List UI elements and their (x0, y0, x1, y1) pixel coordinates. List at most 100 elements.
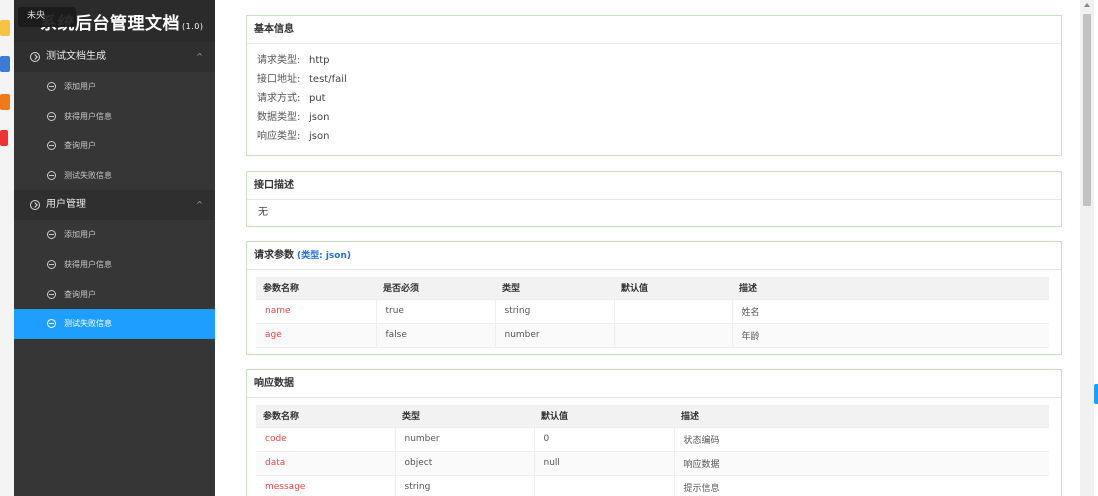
table-header-row: 参数名称 是否必须 类型 默认值 描述 (256, 277, 1049, 300)
sidebar-item-get-user-info[interactable]: 获得用户信息 (14, 249, 215, 280)
column-header: 类型 (495, 277, 614, 300)
param-name: message (256, 475, 396, 496)
card-title: 接口描述 (247, 172, 1061, 200)
cell: string (395, 475, 535, 496)
item-label: 添加用户 (64, 82, 96, 91)
param-name: data (256, 451, 396, 476)
scrollbar-thumb[interactable] (1083, 14, 1091, 206)
app-icon[interactable] (0, 56, 10, 72)
caret-up-icon: ^ (196, 52, 203, 61)
card-title: 请求参数 (类型: json) (247, 242, 1061, 270)
request-type: (类型: json) (297, 251, 351, 261)
item-label: 获得用户信息 (64, 259, 112, 269)
cell: number (395, 427, 535, 452)
cell: 姓名 (732, 299, 1049, 324)
info-row: 请求类型: http (247, 51, 1061, 70)
card-title: 基本信息 (247, 16, 1061, 44)
cell (614, 323, 733, 348)
info-row: 接口地址: test/fail (247, 70, 1061, 89)
card-request-params: 请求参数 (类型: json) 参数名称 是否必须 类型 默认值 描述 name … (246, 241, 1062, 355)
group-label: 测试文档生成 (46, 51, 106, 62)
info-key: 请求类型: (257, 55, 301, 66)
table-row: code number 0 状态编码 (256, 427, 1049, 452)
info-value: put (309, 93, 326, 104)
sidebar-item-query-user[interactable]: 查询用户 (14, 279, 215, 310)
minus-circle-icon (47, 170, 56, 180)
main-content: 基本信息 请求类型: http 接口地址: test/fail 请求方式: put 数… (215, 0, 1080, 496)
table-row: data object null 响应数据 (256, 451, 1049, 476)
cell: object (395, 451, 535, 476)
cell: 响应数据 (674, 451, 1049, 476)
column-header: 是否必须 (376, 277, 495, 300)
sidebar-item-get-user-info[interactable]: 获得用户信息 (14, 101, 215, 132)
request-params-table: 参数名称 是否必须 类型 默认值 描述 name true string 姓名 … (256, 277, 1049, 348)
card-title: 响应数据 (247, 370, 1061, 398)
info-row: 响应类型: json (247, 127, 1061, 146)
sidebar-item-test-fail-active[interactable]: 测试失败信息 (14, 309, 215, 339)
info-key: 响应类型: (257, 131, 301, 142)
cell: false (376, 323, 496, 348)
cell: 状态编码 (674, 427, 1049, 452)
vertical-scrollbar[interactable] (1080, 0, 1094, 496)
info-key: 接口地址: (257, 74, 301, 85)
sidebar-item-add-user[interactable]: 添加用户 (14, 220, 215, 250)
chevron-circle-icon (30, 52, 40, 62)
sidebar-group-test-docs[interactable]: 测试文档生成 ^ (14, 42, 215, 72)
sidebar-header: 系统后台管理文档 (1.0) 未央 (14, 0, 215, 42)
minus-circle-icon (47, 82, 56, 91)
folder-icon[interactable] (0, 20, 10, 36)
sidebar-item-add-user[interactable]: 添加用户 (14, 72, 215, 102)
item-label: 添加用户 (64, 230, 96, 240)
minus-circle-icon (47, 259, 56, 269)
response-data-table: 参数名称 类型 默认值 描述 code number 0 状态编码 data o… (256, 405, 1049, 496)
info-value: json (309, 131, 330, 142)
side-handle[interactable] (1094, 384, 1098, 404)
table-row: name true string 姓名 (256, 299, 1049, 324)
app-icon[interactable] (0, 130, 8, 146)
app-icon[interactable] (0, 94, 10, 110)
item-label: 查询用户 (64, 289, 96, 299)
cell: number (495, 323, 615, 348)
info-key: 数据类型: (257, 112, 301, 123)
param-name: age (256, 323, 377, 348)
cell (614, 299, 733, 324)
table-row: message string 提示信息 (256, 475, 1049, 496)
sidebar: 系统后台管理文档 (1.0) 未央 测试文档生成 ^ 添加用户 获得用户信息 查询… (14, 0, 215, 496)
cell: 0 (534, 427, 675, 452)
info-value: test/fail (309, 74, 347, 85)
column-header: 参数名称 (256, 405, 395, 428)
minus-circle-icon (47, 230, 56, 240)
scroll-up-arrow-icon[interactable] (1084, 3, 1090, 7)
info-row: 数据类型: json (247, 108, 1061, 127)
column-header: 描述 (674, 405, 1049, 428)
description-text: 无 (258, 207, 268, 218)
column-header: 默认值 (534, 405, 674, 428)
column-header: 默认值 (614, 277, 732, 300)
card-response-data: 响应数据 参数名称 类型 默认值 描述 code number 0 状态编码 d… (246, 369, 1062, 496)
param-name: name (256, 299, 377, 324)
table-header-row: 参数名称 类型 默认值 描述 (256, 405, 1049, 428)
chevron-circle-icon (30, 200, 40, 211)
minus-circle-icon (47, 319, 56, 329)
sidebar-item-test-fail[interactable]: 测试失败信息 (14, 160, 215, 191)
info-row: 请求方式: put (247, 89, 1061, 108)
cell (534, 475, 675, 496)
caret-up-icon: ^ (196, 200, 203, 210)
minus-circle-icon (47, 141, 56, 151)
item-label: 测试失败信息 (64, 319, 112, 329)
group-label: 用户管理 (46, 199, 86, 211)
info-key: 请求方式: (257, 93, 301, 104)
cell: string (495, 299, 615, 324)
sidebar-item-query-user[interactable]: 查询用户 (14, 131, 215, 161)
item-label: 测试失败信息 (64, 170, 112, 180)
version-label: (1.0) (182, 22, 204, 31)
card-title-text: 请求参数 (254, 250, 294, 261)
item-label: 查询用户 (64, 141, 96, 151)
tooltip: 未央 (18, 7, 76, 27)
column-header: 描述 (732, 277, 1049, 300)
info-value: json (309, 112, 330, 123)
cell: 年龄 (732, 323, 1049, 348)
info-value: http (309, 55, 330, 66)
desktop-icon-strip (0, 0, 14, 496)
sidebar-group-user-management[interactable]: 用户管理 ^ (14, 190, 215, 221)
